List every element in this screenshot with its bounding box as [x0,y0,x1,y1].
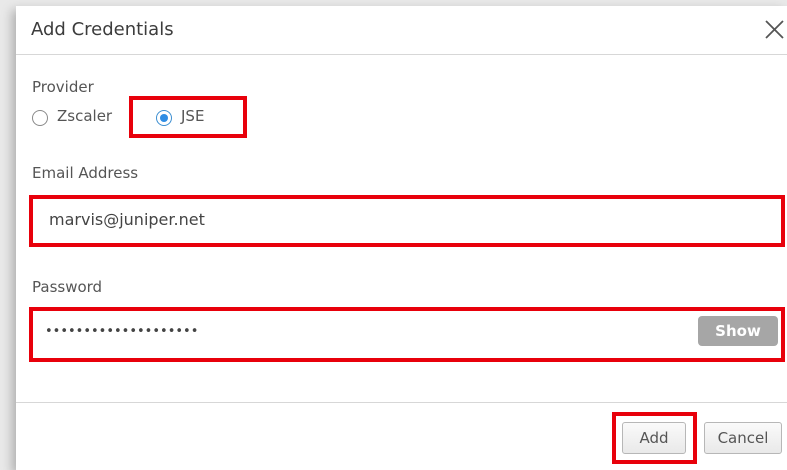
close-icon[interactable] [762,17,787,42]
radio-zscaler-label[interactable]: Zscaler [57,107,112,125]
password-field[interactable]: •••••••••••••••••••• [33,311,781,358]
add-credentials-dialog: Add Credentials Provider Zscaler JSE Ema… [16,6,787,470]
dialog-title: Add Credentials [31,19,174,40]
email-value: marvis@juniper.net [49,210,205,229]
email-label: Email Address [32,164,139,182]
radio-zscaler[interactable] [32,110,48,126]
jse-highlight-box [129,96,247,138]
password-masked-value: •••••••••••••••••••• [45,324,199,339]
email-field[interactable]: marvis@juniper.net [33,199,781,243]
dialog-titlebar: Add Credentials [16,6,787,55]
add-button[interactable]: Add [622,422,686,454]
provider-label: Provider [32,78,94,96]
footer-divider [16,402,787,403]
show-password-button[interactable]: Show [698,316,778,346]
password-label: Password [32,278,103,296]
cancel-button[interactable]: Cancel [704,422,782,454]
